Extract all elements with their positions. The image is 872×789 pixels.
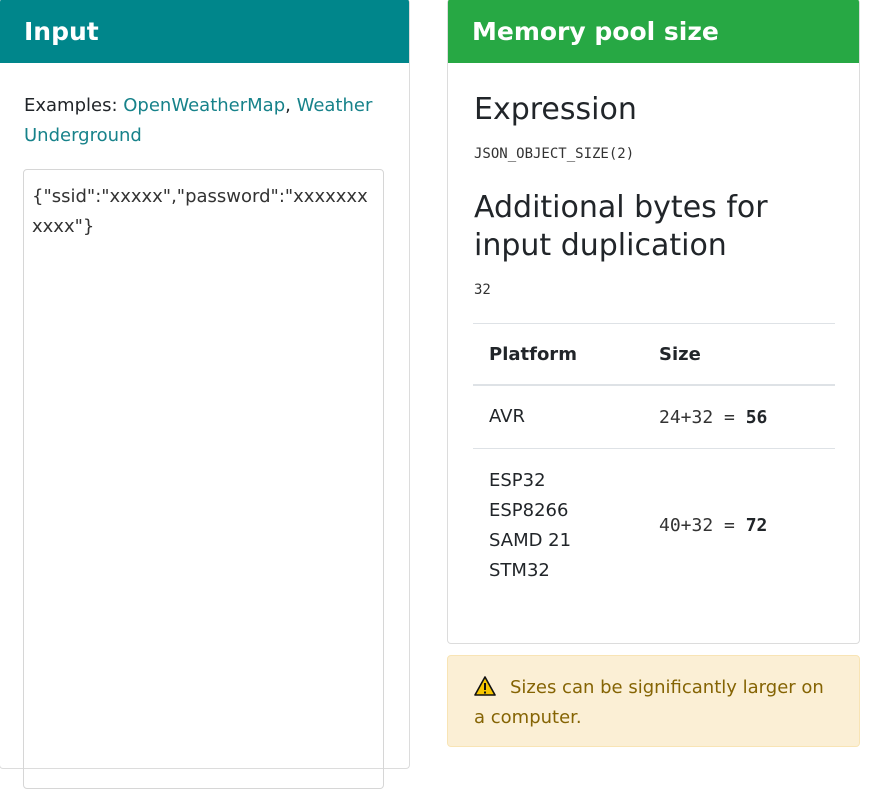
column-header-size: Size bbox=[643, 323, 835, 386]
examples-text: Examples: OpenWeatherMap, Weather Underg… bbox=[24, 91, 394, 151]
expression-value: JSON_OBJECT_SIZE(2) bbox=[474, 146, 635, 162]
platform-name: ESP32 bbox=[489, 469, 546, 491]
memory-card-header: Memory pool size bbox=[448, 0, 859, 63]
input-card: Input Examples: OpenWeatherMap, Weather … bbox=[0, 0, 410, 789]
size-total: 56 bbox=[745, 406, 768, 428]
memory-card: Memory pool size Expression JSON_OBJECT_… bbox=[447, 0, 860, 644]
examples-separator: , bbox=[285, 95, 297, 116]
platform-cell: AVR bbox=[473, 384, 643, 449]
size-table: Platform Size AVR 24+32 = 56 ESP32 ESP82… bbox=[473, 323, 835, 602]
platform-name: STM32 bbox=[489, 559, 550, 581]
table-row: ESP32 ESP8266 SAMD 21 STM32 40+32 = 72 bbox=[473, 448, 835, 602]
expression-heading: Expression bbox=[474, 92, 637, 127]
platform-name: SAMD 21 bbox=[489, 529, 572, 551]
warning-alert: Sizes can be significantly larger on a c… bbox=[447, 655, 860, 747]
size-cell: 24+32 = 56 bbox=[643, 384, 835, 449]
table-row: AVR 24+32 = 56 bbox=[473, 384, 835, 449]
platform-cell: ESP32 ESP8266 SAMD 21 STM32 bbox=[473, 448, 643, 602]
warning-text: Sizes can be significantly larger on a c… bbox=[474, 677, 824, 728]
additional-bytes-value: 32 bbox=[474, 282, 491, 298]
additional-bytes-heading: Additional bytes for input duplication bbox=[474, 190, 768, 263]
size-total: 72 bbox=[745, 515, 768, 536]
size-cell: 40+32 = 72 bbox=[643, 448, 835, 602]
platform-name: AVR bbox=[489, 406, 525, 427]
json-input-textarea[interactable]: {"ssid":"xxxxx","password":"xxxxxxxxxxx"… bbox=[23, 169, 384, 789]
example-link-openweathermap[interactable]: OpenWeatherMap bbox=[123, 95, 285, 116]
platform-name: ESP8266 bbox=[489, 499, 569, 521]
warning-icon bbox=[474, 676, 496, 696]
table-header-row: Platform Size bbox=[473, 323, 835, 386]
size-expression: 24+32 = bbox=[659, 406, 746, 428]
examples-label: Examples: bbox=[24, 95, 124, 116]
size-expression: 40+32 = bbox=[659, 515, 746, 536]
column-header-platform: Platform bbox=[473, 323, 643, 386]
input-card-header: Input bbox=[0, 0, 409, 63]
